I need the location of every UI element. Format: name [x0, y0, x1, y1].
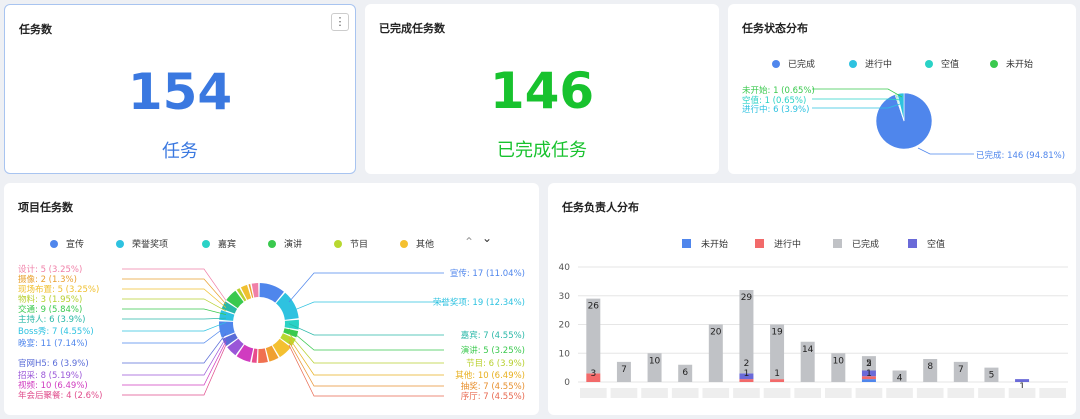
bar-data-label: 20 — [710, 328, 722, 338]
assignee-chart-card[interactable]: 任务负责人分布 未开始 进行中 已完成 空值 40 30 20 10 0 3 26 7 10 6… — [548, 183, 1076, 415]
donut-label: 晚宴: 11 (7.14%) — [18, 339, 88, 349]
status-chart-card[interactable]: 任务状态分布 已完成 进行中 空值 未开始 未开始: 1 (0.65%) 空值:… — [728, 4, 1076, 174]
bar-data-label: 4 — [897, 374, 903, 384]
status-label-done: 已完成: 146 (94.81%) — [976, 151, 1066, 161]
donut-slice[interactable] — [258, 348, 268, 363]
donut-label: 序厅: 7 (4.55%) — [460, 392, 525, 402]
task-count-card[interactable]: 任务数 ⋮ 154 任务 — [4, 4, 356, 174]
bar-data-label: 6 — [682, 368, 688, 378]
donut-label: 节目: 6 (3.9%) — [466, 359, 525, 369]
leader-line — [122, 326, 227, 344]
task-count-label: 任务 — [162, 141, 198, 162]
bar-data-label: 3 — [590, 369, 596, 379]
more-menu-icon[interactable]: ⋮ — [331, 13, 349, 31]
leader-line — [288, 328, 444, 351]
bar-data-label: 19 — [771, 328, 783, 338]
leader-line — [288, 344, 444, 397]
bar-data-label: 8 — [927, 362, 933, 372]
x-tick-label — [702, 388, 730, 398]
task-count-title: 任务数 — [19, 23, 52, 36]
leader-line-not-started — [812, 88, 903, 98]
done-count-title: 已完成任务数 — [379, 22, 445, 35]
bar-data-label: 26 — [588, 302, 600, 312]
bar-data-label: 7 — [621, 365, 627, 375]
bar-data-label: 1 — [744, 369, 750, 379]
done-count-card[interactable]: 已完成任务数 146 已完成任务 — [365, 4, 719, 174]
leader-line — [288, 337, 444, 376]
y-tick-label: 20 — [559, 321, 571, 331]
x-tick-label — [610, 388, 638, 398]
x-tick-label — [978, 388, 1005, 398]
done-count-label: 已完成任务 — [497, 140, 587, 161]
bar-segment[interactable] — [739, 379, 754, 382]
donut-label: 演讲: 5 (3.25%) — [460, 346, 525, 356]
bar-data-label: 1 — [774, 369, 780, 379]
x-tick-label — [947, 388, 975, 398]
leader-line — [122, 344, 227, 396]
x-tick-label — [733, 388, 760, 398]
bar-data-label: 2 — [744, 359, 750, 369]
project-chart-card[interactable]: 项目任务数 宣传 荣誉奖项 嘉宾 演讲 节目 其他 ⌃ ⌄ 设计: 5 (3.2… — [4, 183, 539, 415]
donut-label: 嘉宾: 7 (4.55%) — [460, 331, 525, 341]
donut-label: 荣誉奖项: 19 (12.34%) — [432, 298, 525, 308]
bar-segment[interactable] — [861, 379, 876, 382]
x-tick-label — [825, 388, 852, 398]
donut-label: Boss秀: 7 (4.55%) — [18, 327, 94, 337]
y-tick-label: 30 — [559, 292, 571, 302]
x-tick-label — [794, 388, 821, 398]
x-tick-label — [763, 388, 791, 398]
leader-line — [122, 288, 227, 308]
leader-line — [288, 301, 444, 313]
leader-line — [122, 308, 227, 315]
leader-line — [288, 272, 444, 303]
leader-line-done — [917, 147, 974, 155]
bar-data-label: 10 — [833, 356, 845, 366]
donut-label: 年会后聚餐: 4 (2.6%) — [18, 391, 103, 401]
y-tick-label: 10 — [559, 349, 571, 359]
bar-data-label: 5 — [989, 371, 995, 381]
donut-label: 主持人: 6 (3.9%) — [18, 315, 86, 325]
y-tick-label: 0 — [564, 378, 570, 388]
x-tick-label — [671, 388, 699, 398]
bar-data-label: 14 — [802, 345, 814, 355]
bar-data-label: 29 — [741, 293, 753, 303]
x-tick-label — [916, 388, 944, 398]
status-label-in-progress: 进行中: 6 (3.9%) — [742, 105, 810, 115]
x-tick-label — [886, 388, 913, 398]
donut-label: 官网H5: 6 (3.9%) — [18, 359, 89, 369]
leader-line — [122, 317, 227, 320]
assignee-bar-chart[interactable]: 403020100 3267106201229119141012548 751 — [548, 183, 1076, 415]
x-tick-label — [1008, 388, 1036, 398]
done-count-value: 146 — [489, 62, 595, 120]
x-tick-label — [641, 388, 668, 398]
leader-line — [122, 278, 227, 305]
x-tick-label — [855, 388, 883, 398]
x-tick-label — [1039, 388, 1066, 398]
bar-segment[interactable] — [770, 379, 785, 382]
x-tick-label — [580, 388, 607, 398]
leader-line — [288, 323, 444, 336]
bar-data-label: 7 — [958, 365, 964, 375]
leader-line — [122, 268, 227, 301]
bar-data-label: 1 — [866, 369, 872, 379]
task-count-value: 154 — [127, 63, 233, 121]
bar-data-label: 10 — [649, 356, 661, 366]
donut-slice[interactable] — [251, 283, 259, 298]
y-tick-label: 40 — [559, 263, 571, 273]
leader-line — [122, 321, 227, 332]
donut-label: 宣传: 17 (11.04%) — [449, 269, 525, 279]
bar-data-label: 5 — [866, 359, 872, 369]
